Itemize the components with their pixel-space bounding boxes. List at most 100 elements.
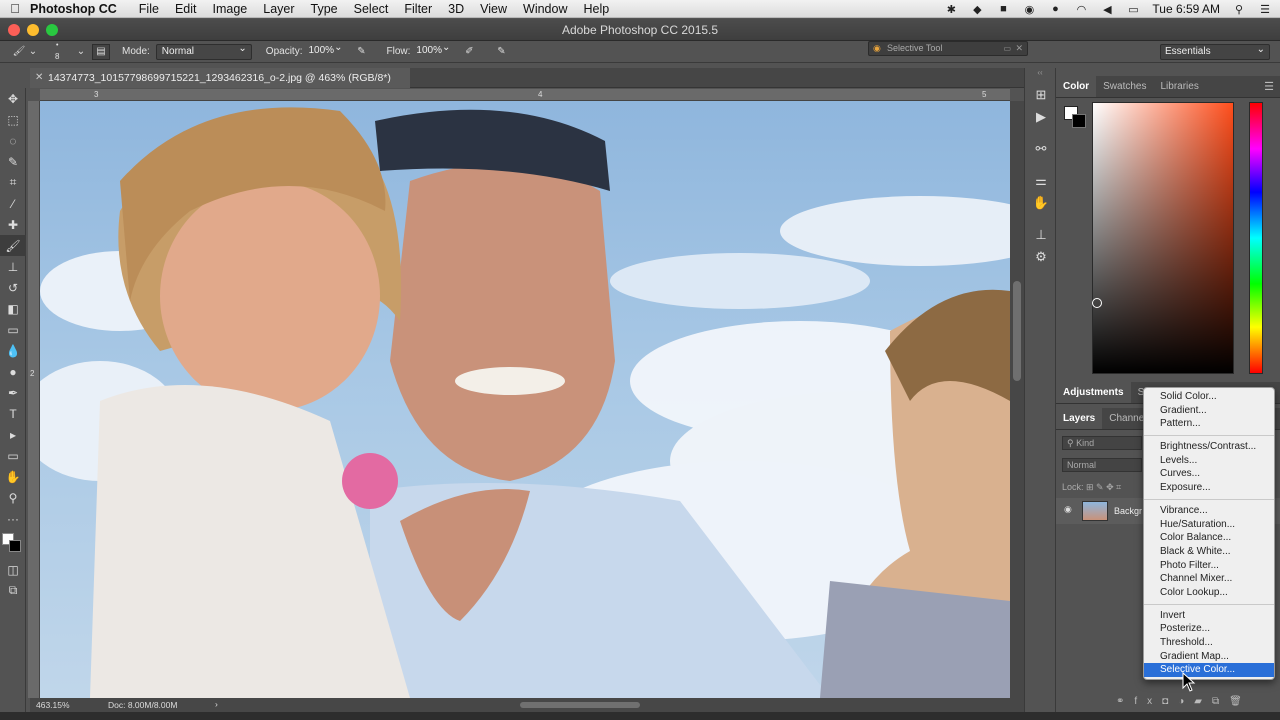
- menu-item-solid-color[interactable]: Solid Color...: [1144, 390, 1274, 404]
- eyedropper-tool-icon[interactable]: ⁄: [0, 193, 26, 214]
- menu-item-invert[interactable]: Invert: [1144, 609, 1274, 623]
- eraser-tool-icon[interactable]: ◧: [0, 298, 26, 319]
- menu-item-vibrance[interactable]: Vibrance...: [1144, 504, 1274, 518]
- menu-3d[interactable]: 3D: [448, 2, 464, 16]
- dropbox-icon[interactable]: ◆: [970, 3, 984, 16]
- collapse-dock-icon[interactable]: ‹‹: [1025, 68, 1055, 78]
- adjustment-layer-icon[interactable]: ◑: [1178, 696, 1194, 707]
- brush-tool-icon[interactable]: 🖌: [0, 235, 26, 256]
- marquee-tool-icon[interactable]: ⬚: [0, 109, 26, 130]
- search-field[interactable]: ◉ Selective Tool ▭ ✕: [868, 41, 1028, 56]
- close-icon[interactable]: ✕: [1015, 42, 1023, 55]
- history-brush-tool-icon[interactable]: ↺: [0, 277, 26, 298]
- tab-layers[interactable]: Layers: [1056, 408, 1103, 429]
- blur-tool-icon[interactable]: 💧: [0, 340, 26, 361]
- close-window-icon[interactable]: [8, 24, 20, 36]
- screen-mode-icon[interactable]: ⧉: [0, 580, 26, 601]
- lasso-tool-icon[interactable]: ◌: [0, 130, 26, 151]
- menu-item-color-lookup[interactable]: Color Lookup...: [1144, 586, 1274, 600]
- clone-source-icon[interactable]: ⊥: [1025, 224, 1057, 246]
- wifi-icon[interactable]: ◠: [1074, 3, 1088, 16]
- tab-swatches[interactable]: Swatches: [1096, 76, 1153, 97]
- background-color-swatch[interactable]: [1072, 114, 1086, 128]
- brush-preset-icon[interactable]: 🖌: [10, 44, 28, 60]
- menu-window[interactable]: Window: [523, 2, 567, 16]
- menu-view[interactable]: View: [480, 2, 507, 16]
- app-menu[interactable]: Photoshop CC: [30, 2, 117, 16]
- close-tab-icon[interactable]: ✕: [35, 68, 43, 88]
- menu-item-brightness-contrast[interactable]: Brightness/Contrast...: [1144, 440, 1274, 454]
- flow-input[interactable]: 100%: [416, 41, 454, 60]
- more-tools-icon[interactable]: ···: [0, 508, 26, 529]
- menu-item-posterize[interactable]: Posterize...: [1144, 622, 1274, 636]
- menu-item-photo-filter[interactable]: Photo Filter...: [1144, 559, 1274, 573]
- opacity-input[interactable]: 100%: [308, 41, 346, 60]
- move-tool-icon[interactable]: ✥: [0, 88, 26, 109]
- chevron-right-icon[interactable]: ›: [215, 699, 218, 709]
- menu-image[interactable]: Image: [213, 2, 248, 16]
- gradient-tool-icon[interactable]: ▭: [0, 319, 26, 340]
- hand-tool-icon[interactable]: ✋: [0, 466, 26, 487]
- panel-menu-icon[interactable]: ☰: [1264, 76, 1274, 98]
- menu-edit[interactable]: Edit: [175, 2, 197, 16]
- healing-tool-icon[interactable]: ✚: [0, 214, 26, 235]
- menu-item-gradient[interactable]: Gradient...: [1144, 404, 1274, 418]
- menu-item-curves[interactable]: Curves...: [1144, 467, 1274, 481]
- chevron-down-icon[interactable]: ⌄: [76, 44, 86, 60]
- tab-adjustments[interactable]: Adjustments: [1056, 382, 1131, 403]
- eye-icon[interactable]: ◉: [1064, 504, 1072, 515]
- color-picker-cursor[interactable]: [1092, 298, 1102, 308]
- apple-icon[interactable]: : [0, 1, 30, 16]
- zoom-window-icon[interactable]: [46, 24, 58, 36]
- record-icon[interactable]: ●: [1048, 3, 1062, 15]
- blend-mode-select[interactable]: Normal: [1062, 458, 1142, 472]
- background-color-swatch[interactable]: [9, 540, 21, 552]
- chevron-down-icon[interactable]: ⌄: [28, 44, 38, 60]
- horizontal-scroll-thumb[interactable]: [520, 702, 640, 708]
- fx-icon[interactable]: fx: [1134, 696, 1162, 707]
- path-select-tool-icon[interactable]: ▸: [0, 424, 26, 445]
- extras-icon[interactable]: ✱: [944, 3, 958, 16]
- new-group-icon[interactable]: ▰: [1194, 696, 1212, 707]
- menu-item-threshold[interactable]: Threshold...: [1144, 636, 1274, 650]
- menu-select[interactable]: Select: [354, 2, 389, 16]
- tool-presets-icon[interactable]: ⚙: [1025, 246, 1057, 268]
- minimize-window-icon[interactable]: [27, 24, 39, 36]
- color-picker-field[interactable]: [1092, 102, 1234, 374]
- hue-slider[interactable]: [1249, 102, 1263, 374]
- dodge-tool-icon[interactable]: ●: [0, 361, 26, 382]
- menu-item-black-white[interactable]: Black & White...: [1144, 545, 1274, 559]
- eye-icon[interactable]: ◉: [1022, 3, 1036, 16]
- menu-type[interactable]: Type: [311, 2, 338, 16]
- delete-layer-icon[interactable]: 🗑: [1229, 696, 1252, 707]
- document-tab[interactable]: ✕ 14374773_10157798699715221_1293462316_…: [30, 68, 410, 88]
- expand-icon[interactable]: ▭: [1003, 42, 1011, 55]
- crop-tool-icon[interactable]: ⌗: [0, 172, 26, 193]
- brush-panel-icon[interactable]: ▤: [92, 43, 110, 60]
- brush-size-picker[interactable]: • 8: [48, 41, 74, 63]
- new-layer-icon[interactable]: ⧉: [1212, 696, 1229, 707]
- tab-libraries[interactable]: Libraries: [1153, 76, 1205, 97]
- menu-item-exposure[interactable]: Exposure...: [1144, 481, 1274, 495]
- volume-icon[interactable]: ◀: [1100, 3, 1114, 16]
- vertical-scrollbar[interactable]: [1010, 101, 1024, 698]
- evernote-icon[interactable]: ■: [996, 3, 1010, 15]
- actions-panel-icon[interactable]: ▶: [1025, 106, 1057, 128]
- airbrush-icon[interactable]: ✐: [460, 44, 478, 60]
- mode-select[interactable]: Normal: [155, 42, 252, 60]
- menu-list-icon[interactable]: ☰: [1258, 3, 1272, 16]
- menu-filter[interactable]: Filter: [404, 2, 432, 16]
- add-mask-icon[interactable]: ◘: [1162, 696, 1178, 707]
- menu-item-levels[interactable]: Levels...: [1144, 454, 1274, 468]
- battery-icon[interactable]: ▭: [1126, 3, 1140, 16]
- quick-mask-icon[interactable]: ◫: [0, 559, 26, 580]
- quick-select-tool-icon[interactable]: ✎: [0, 151, 26, 172]
- color-swatches[interactable]: [0, 529, 26, 559]
- zoom-tool-icon[interactable]: ⚲: [0, 487, 26, 508]
- zoom-level[interactable]: 463.15%: [36, 700, 70, 710]
- menu-item-selective-color[interactable]: Selective Color...: [1144, 663, 1274, 678]
- workspace-select[interactable]: Essentials ⌄: [1160, 44, 1270, 60]
- menu-help[interactable]: Help: [584, 2, 610, 16]
- paths-panel-icon[interactable]: ⚯: [1025, 138, 1057, 160]
- pressure-size-icon[interactable]: ✎: [492, 44, 510, 60]
